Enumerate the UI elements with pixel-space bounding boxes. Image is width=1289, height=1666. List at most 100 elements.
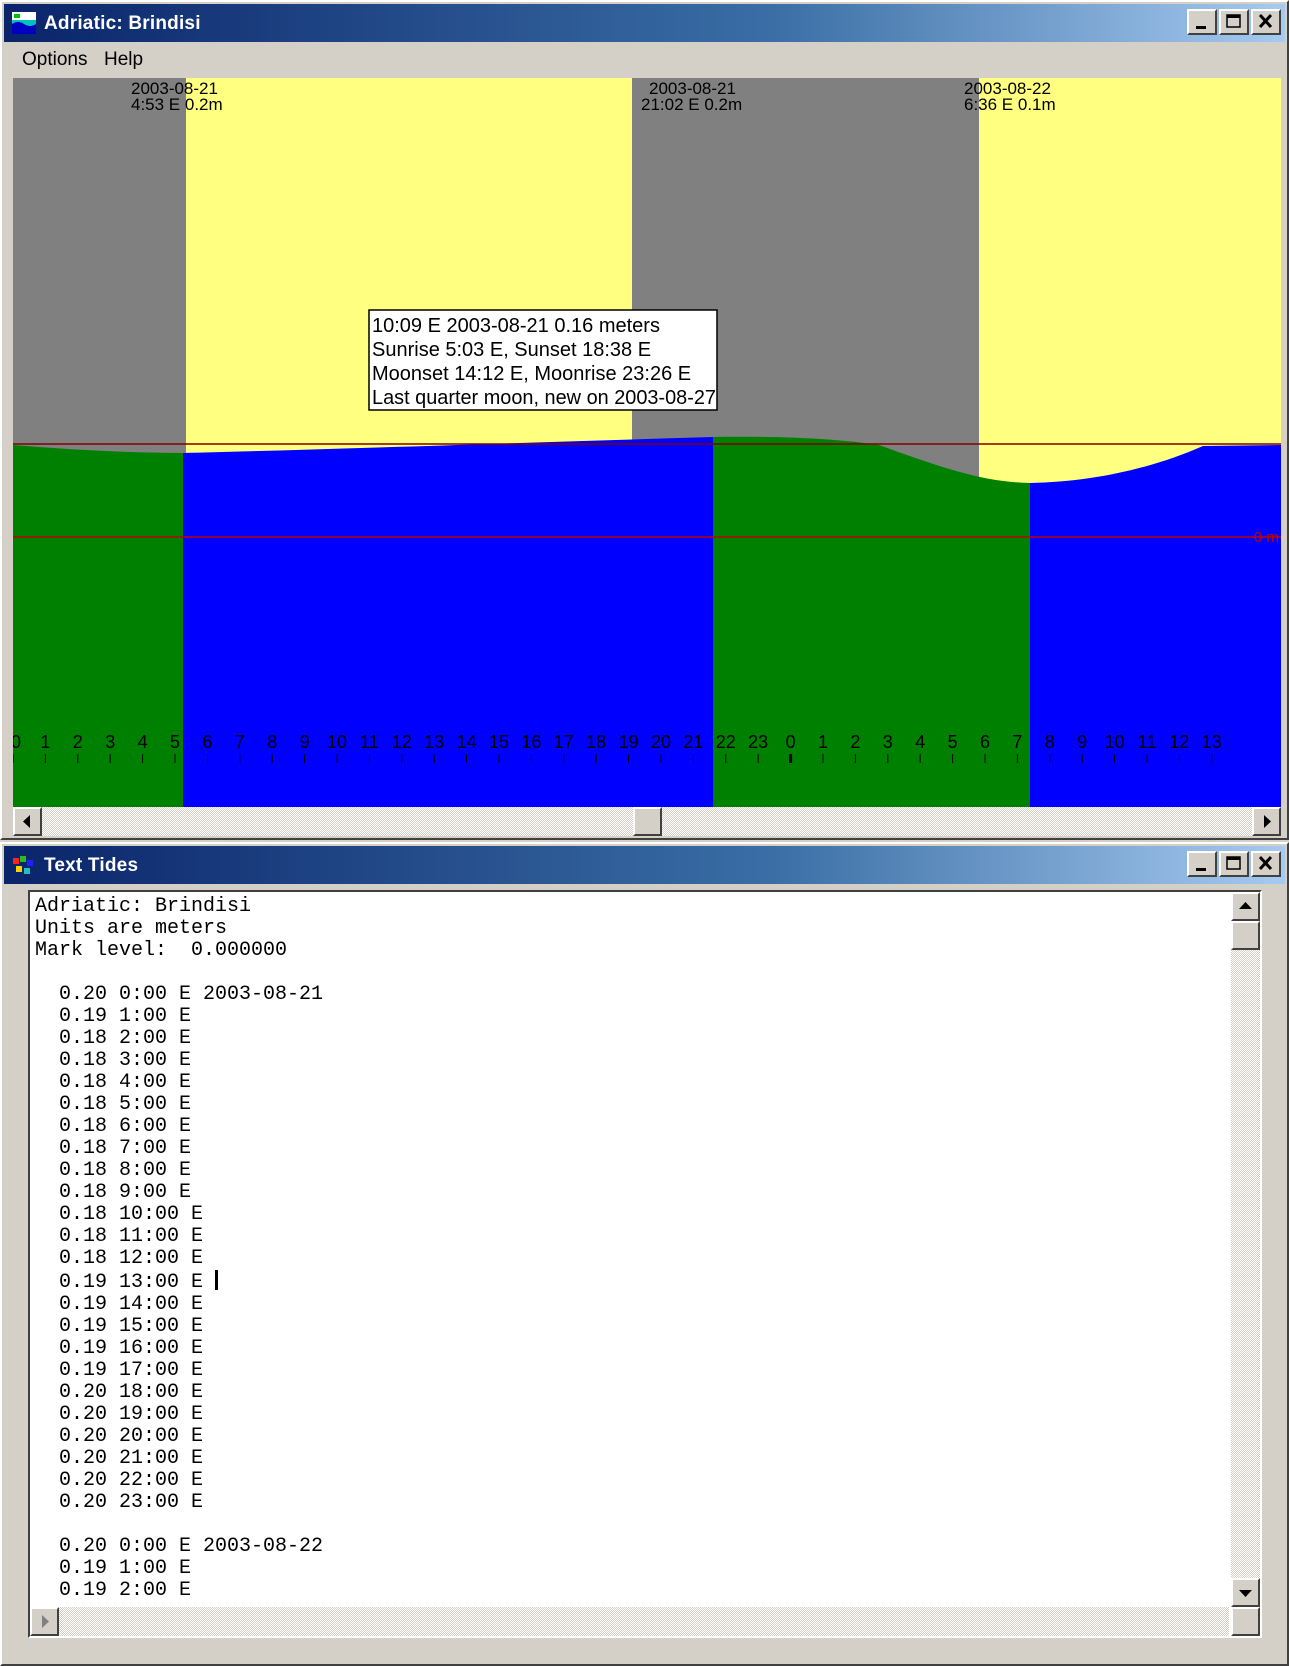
tide-row: 0.19 16:00 E (35, 1337, 204, 1360)
scroll-down-button[interactable] (1231, 1578, 1260, 1607)
tide-row: 0.18 8:00 E (35, 1159, 192, 1182)
hour-label: 22 (716, 732, 736, 752)
minimize-button[interactable] (1187, 851, 1217, 877)
scroll-thumb[interactable] (632, 807, 662, 836)
tide-row: 0.18 5:00 E (35, 1093, 192, 1116)
maximize-icon (1226, 14, 1241, 28)
size-grip[interactable] (1231, 1607, 1260, 1636)
hour-label: 5 (948, 732, 958, 752)
hour-label: 13 (424, 732, 444, 752)
minimize-icon (1196, 26, 1206, 29)
close-icon (1258, 855, 1273, 871)
hour-label: 2 (73, 732, 83, 752)
tide-row: 0.20 19:00 E (35, 1403, 204, 1426)
text-vertical-scrollbar[interactable] (1231, 892, 1260, 1636)
text-tides-output[interactable]: Adriatic: Brindisi Units are meters Mark l… (28, 890, 1262, 1638)
scroll-thumb[interactable] (1231, 921, 1260, 950)
text-horizontal-scrollbar[interactable] (30, 1607, 1229, 1636)
tide-row: 0.18 11:00 E (35, 1225, 204, 1248)
tide-row: 0.18 12:00 E (35, 1247, 204, 1270)
graph-horizontal-scrollbar[interactable] (13, 807, 1281, 836)
tooltip-line: Last quarter moon, new on 2003-08-27 (372, 387, 716, 409)
tide-row: 0.20 23:00 E (35, 1491, 204, 1514)
graph-window-title: Adriatic: Brindisi (44, 13, 201, 34)
hour-label: 6 (202, 732, 212, 752)
tide-event-detail: 6:36 E 0.1m (964, 95, 1056, 114)
tide-row: 0.20 18:00 E (35, 1381, 204, 1404)
minimize-icon (1196, 868, 1206, 871)
tide-row: 0.20 22:00 E (35, 1469, 204, 1492)
menu-help[interactable]: Help (104, 49, 143, 71)
hour-label: 4 (915, 732, 925, 752)
rising-tide-area (1030, 445, 1281, 807)
tide-row: 0.18 7:00 E (35, 1137, 192, 1160)
hour-label: 23 (748, 732, 768, 752)
close-icon (1258, 13, 1273, 29)
close-button[interactable] (1251, 9, 1281, 35)
tide-row: 0.19 1:00 E (35, 1005, 192, 1028)
hour-label: 15 (489, 732, 509, 752)
text-title-bar[interactable]: Text Tides (4, 846, 1285, 884)
hour-label: 19 (619, 732, 639, 752)
tide-row: 0.19 1:00 E (35, 1557, 192, 1580)
tide-row: 0.19 2:00 E (35, 1579, 192, 1602)
graph-title-bar[interactable]: Adriatic: Brindisi (4, 4, 1285, 42)
tooltip-line: 10:09 E 2003-08-21 0.16 meters (372, 315, 660, 337)
hour-label: 6 (980, 732, 990, 752)
tide-app-icon (12, 12, 36, 34)
hour-label: 8 (267, 732, 277, 752)
tide-graph[interactable]: 0 m 2003-08-21 4:53 E 0.2m 2003-08-21 21… (13, 78, 1281, 807)
menu-options[interactable]: Options (22, 49, 87, 71)
tide-graph-canvas: 0 m 2003-08-21 4:53 E 0.2m 2003-08-21 21… (13, 78, 1281, 807)
text-tides-icon (13, 856, 33, 874)
text-tides-window: Text Tides Adriatic: Brindisi Units are m… (0, 842, 1289, 1666)
arrow-left-icon (23, 815, 30, 828)
tide-row: 0.20 0:00 E 2003-08-22 (35, 1535, 324, 1558)
arrow-up-icon (1239, 902, 1252, 909)
window-controls (1185, 851, 1281, 879)
minimize-button[interactable] (1187, 9, 1217, 35)
hour-label: 9 (300, 732, 310, 752)
tide-row: 0.18 10:00 E (35, 1203, 204, 1226)
hour-label: 10 (1105, 732, 1125, 752)
scroll-right-button[interactable] (1252, 807, 1281, 836)
hour-label: 17 (554, 732, 574, 752)
hour-label: 0 (786, 732, 796, 752)
text-window-title: Text Tides (44, 855, 139, 876)
hour-label: 5 (170, 732, 180, 752)
scroll-track[interactable] (42, 807, 1252, 836)
tide-event-detail: 21:02 E 0.2m (641, 95, 742, 114)
hour-label: 18 (586, 732, 606, 752)
hour-label: 20 (651, 732, 671, 752)
tide-row: 0.18 9:00 E (35, 1181, 192, 1204)
scroll-right-button[interactable] (30, 1607, 59, 1636)
close-button[interactable] (1251, 851, 1281, 877)
maximize-button[interactable] (1219, 9, 1249, 35)
tide-row: 0.19 14:00 E (35, 1293, 204, 1316)
hour-label: 2 (850, 732, 860, 752)
tide-event-detail: 4:53 E 0.2m (131, 95, 223, 114)
hour-label: 0 (13, 732, 21, 752)
tide-row: 0.20 21:00 E (35, 1447, 204, 1470)
mark-level-label: 0 m (1254, 529, 1279, 546)
tide-text-listing: Adriatic: Brindisi Units are meters Mark l… (35, 896, 323, 1602)
tide-row: 0.18 3:00 E (35, 1049, 192, 1072)
scroll-left-button[interactable] (13, 807, 42, 836)
falling-tide-area (13, 445, 183, 807)
maximize-button[interactable] (1219, 851, 1249, 877)
tide-row: 0.18 6:00 E (35, 1115, 192, 1138)
text-header-line: Mark level: 0.000000 (35, 939, 288, 962)
text-caret (215, 1270, 219, 1290)
tide-row: 0.18 4:00 E (35, 1071, 192, 1094)
text-header-line: Adriatic: Brindisi (35, 895, 252, 918)
tide-row: 0.20 20:00 E (35, 1425, 204, 1448)
scroll-up-button[interactable] (1231, 892, 1260, 921)
hour-label: 21 (683, 732, 703, 752)
text-header-line: Units are meters (35, 917, 228, 940)
arrow-right-icon (42, 1615, 49, 1628)
tide-row: 0.19 15:00 E (35, 1315, 204, 1338)
window-controls (1185, 9, 1281, 37)
hour-label: 3 (105, 732, 115, 752)
